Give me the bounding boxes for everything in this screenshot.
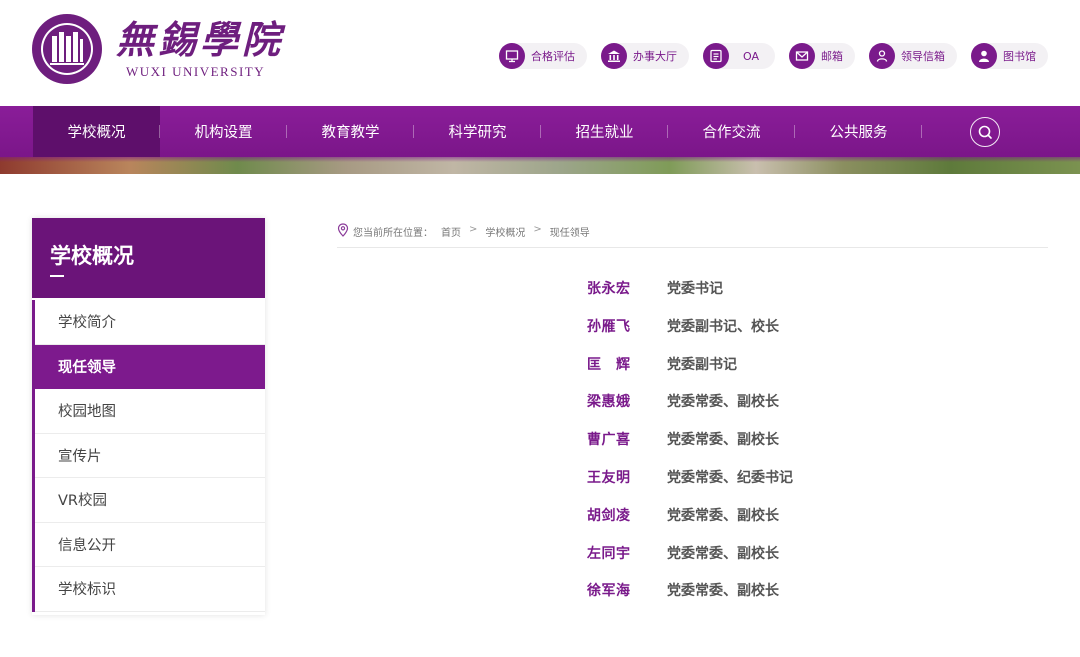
quick-link-oa[interactable]: OA bbox=[703, 43, 775, 69]
monitor-icon bbox=[499, 43, 525, 69]
search-button[interactable] bbox=[970, 117, 1000, 147]
sidebar-item-info-disclosure[interactable]: 信息公开 bbox=[35, 523, 265, 567]
sidebar-menu: 学校简介 现任领导 校园地图 宣传片 VR校园 信息公开 学校标识 bbox=[32, 300, 265, 612]
quick-link-mail[interactable]: 邮箱 bbox=[789, 43, 855, 69]
breadcrumb-prefix: 您当前所在位置： bbox=[353, 228, 433, 239]
leader-row: 梁惠娥 党委常委、副校长 bbox=[587, 391, 793, 429]
sidebar-item-campus-map[interactable]: 校园地图 bbox=[35, 389, 265, 434]
leader-row: 孙雁飞 党委副书记、校长 bbox=[587, 316, 793, 354]
location-pin-icon bbox=[337, 223, 349, 237]
leader-role: 党委书记 bbox=[667, 281, 723, 297]
quick-link-label: 邮箱 bbox=[821, 50, 843, 63]
sidebar-item-vr-campus[interactable]: VR校园 bbox=[35, 478, 265, 523]
sidebar-title-underline bbox=[50, 275, 64, 277]
leader-role: 党委常委、副校长 bbox=[667, 507, 779, 524]
quick-link-label: 领导信箱 bbox=[901, 50, 945, 63]
sidebar-header: 学校概况 bbox=[32, 218, 265, 298]
leader-role: 党委副书记 bbox=[667, 356, 737, 373]
breadcrumb-current: 现任领导 bbox=[549, 228, 590, 239]
nav-item-organization[interactable]: 机构设置 bbox=[160, 106, 287, 157]
logo-chinese-name: 無錫學院 bbox=[116, 17, 285, 62]
leader-row: 张永宏 党委书记 bbox=[587, 278, 793, 316]
person-icon bbox=[869, 43, 895, 69]
site-header: 無錫學院 WUXI UNIVERSITY 合格评估 办事大厅 OA 邮箱 领导信… bbox=[0, 0, 1080, 106]
leader-row: 左同宇 党委常委、副校长 bbox=[587, 543, 793, 581]
nav-item-research[interactable]: 科学研究 bbox=[414, 106, 541, 157]
sidebar: 学校概况 学校简介 现任领导 校园地图 宣传片 VR校园 信息公开 学校标识 bbox=[32, 218, 265, 615]
leader-name[interactable]: 徐军海 bbox=[587, 580, 667, 600]
sidebar-item-introduction[interactable]: 学校简介 bbox=[35, 300, 265, 345]
quick-link-leader-mailbox[interactable]: 领导信箱 bbox=[869, 43, 957, 69]
breadcrumb-home[interactable]: 首页 bbox=[441, 224, 461, 239]
leader-row: 胡剑凌 党委常委、副校长 bbox=[587, 505, 793, 543]
breadcrumb-about[interactable]: 学校概况 bbox=[485, 224, 525, 239]
leader-role: 党委常委、副校长 bbox=[667, 545, 779, 562]
leader-row: 徐军海 党委常委、副校长 bbox=[587, 580, 793, 618]
leader-row: 王友明 党委常委、纪委书记 bbox=[587, 467, 793, 505]
sidebar-item-current-leaders[interactable]: 现任领导 bbox=[35, 344, 265, 389]
site-logo[interactable]: 無錫學院 WUXI UNIVERSITY bbox=[30, 12, 284, 86]
building-icon bbox=[601, 43, 627, 69]
nav-item-cooperation[interactable]: 合作交流 bbox=[668, 106, 795, 157]
logo-english-name: WUXI UNIVERSITY bbox=[126, 64, 266, 79]
nav-item-education[interactable]: 教育教学 bbox=[287, 106, 414, 157]
quick-link-label: OA bbox=[743, 49, 759, 63]
sidebar-item-promo-video[interactable]: 宣传片 bbox=[35, 434, 265, 478]
mail-icon bbox=[789, 43, 815, 69]
leader-name[interactable]: 王友明 bbox=[587, 467, 667, 487]
nav-item-admissions[interactable]: 招生就业 bbox=[541, 106, 668, 157]
leader-name[interactable]: 胡剑凌 bbox=[587, 505, 667, 525]
leader-row: 匡 辉党委副书记 bbox=[587, 354, 793, 392]
nav-item-public-services[interactable]: 公共服务 bbox=[795, 106, 922, 157]
quick-link-library[interactable]: 图书馆 bbox=[971, 43, 1048, 69]
breadcrumb-separator: > bbox=[469, 224, 478, 235]
sidebar-title: 学校概况 bbox=[50, 244, 134, 268]
quick-links: 合格评估 办事大厅 OA 邮箱 领导信箱 图书馆 bbox=[499, 43, 1048, 69]
quick-link-label: 办事大厅 bbox=[633, 50, 677, 63]
quick-link-service-hall[interactable]: 办事大厅 bbox=[601, 43, 689, 69]
leaders-list: 张永宏 党委书记 孙雁飞 党委副书记、校长 匡 辉党委副书记 梁惠娥 党委常委、副校长… bbox=[587, 278, 793, 618]
leader-name[interactable]: 孙雁飞 bbox=[587, 316, 667, 336]
banner-image bbox=[0, 157, 1080, 174]
university-seal-icon bbox=[32, 14, 102, 84]
quick-link-label: 合格评估 bbox=[531, 50, 575, 63]
leader-name[interactable]: 匡 辉 bbox=[587, 354, 667, 374]
leader-role: 党委常委、副校长 bbox=[667, 394, 779, 411]
leader-role: 党委常委、副校长 bbox=[667, 432, 779, 449]
document-icon bbox=[703, 43, 729, 69]
quick-link-assessment[interactable]: 合格评估 bbox=[499, 43, 587, 69]
user-icon bbox=[971, 43, 997, 69]
quick-link-label: 图书馆 bbox=[1003, 50, 1036, 63]
leader-row: 曹广喜 党委常委、副校长 bbox=[587, 429, 793, 467]
breadcrumb: 您当前所在位置： 首页 > 学校概况 > 现任领导 bbox=[337, 223, 1048, 248]
leader-name[interactable]: 曹广喜 bbox=[587, 429, 667, 449]
leader-role: 党委常委、副校长 bbox=[667, 583, 779, 600]
leader-role: 党委常委、纪委书记 bbox=[667, 469, 793, 486]
leader-name[interactable]: 梁惠娥 bbox=[587, 391, 667, 411]
sidebar-item-school-identity[interactable]: 学校标识 bbox=[35, 567, 265, 612]
search-icon bbox=[978, 125, 992, 139]
nav-item-about[interactable]: 学校概况 bbox=[33, 106, 160, 163]
leader-name[interactable]: 左同宇 bbox=[587, 543, 667, 563]
main-nav: 学校概况 机构设置 教育教学 科学研究 招生就业 合作交流 公共服务 bbox=[0, 106, 1080, 163]
leader-name[interactable]: 张永宏 bbox=[587, 278, 667, 298]
leader-role: 党委副书记、校长 bbox=[667, 318, 779, 335]
breadcrumb-separator: > bbox=[533, 224, 542, 235]
